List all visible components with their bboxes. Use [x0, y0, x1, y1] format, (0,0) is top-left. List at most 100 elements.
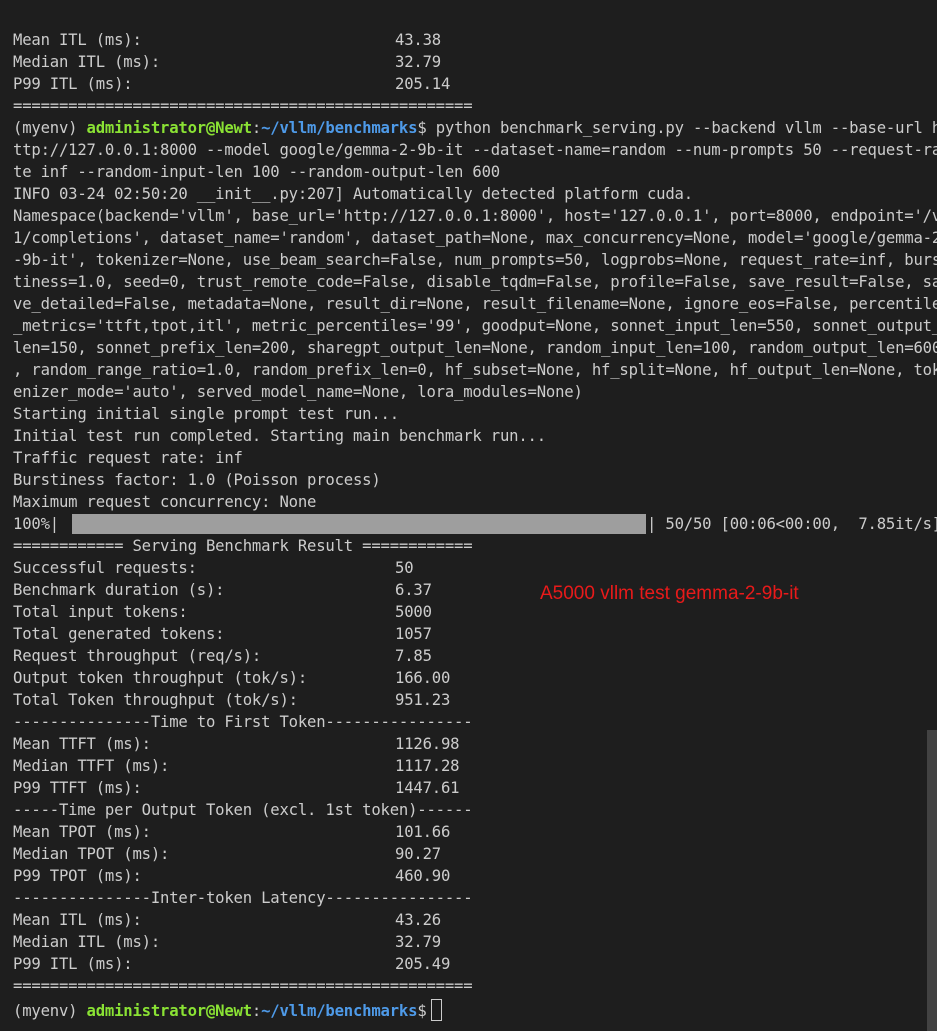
- metric-value: 1126.98: [395, 735, 460, 753]
- log-line: len=150, sonnet_prefix_len=200, sharegpt…: [13, 339, 937, 357]
- metric-value: 32.79: [395, 933, 441, 951]
- log-line: Initial test run completed. Starting mai…: [13, 427, 546, 445]
- metric-label: Median TTFT (ms):: [13, 757, 170, 775]
- metric-label: Mean TPOT (ms):: [13, 823, 151, 841]
- progress-line: 100%| | 50/50 [00:06<00:00, 7.85it/s]: [13, 513, 937, 535]
- summary-row: Total generated tokens: 1057: [13, 623, 937, 645]
- summary-row: Output token throughput (tok/s): 166.00: [13, 667, 937, 689]
- tpot-row: P99 TPOT (ms): 460.90: [13, 865, 937, 887]
- separator: ========================================…: [13, 97, 473, 115]
- prompt-env: (myenv): [13, 1002, 87, 1020]
- metric-value: 7.85: [395, 647, 432, 665]
- metric-value: 32.79: [395, 53, 441, 71]
- metric-row: P99 ITL (ms): 205.14: [13, 73, 937, 95]
- summary-row: Successful requests: 50: [13, 557, 937, 579]
- itl-row: P99 ITL (ms): 205.49: [13, 953, 937, 975]
- progress-stats: | 50/50 [00:06<00:00, 7.85it/s]: [647, 515, 937, 533]
- separator: ========================================…: [13, 977, 473, 995]
- metric-label: Median TPOT (ms):: [13, 845, 170, 863]
- log-line: Burstiness factor: 1.0 (Poisson process): [13, 471, 381, 489]
- metric-label: Mean ITL (ms):: [13, 31, 142, 49]
- log-line: enizer_mode='auto', served_model_name=No…: [13, 383, 583, 401]
- log-line: tiness=1.0, seed=0, trust_remote_code=Fa…: [13, 273, 937, 291]
- metric-value: 50: [395, 559, 414, 577]
- progress-bar-fill: [72, 514, 646, 534]
- metric-row: Median ITL (ms): 32.79: [13, 51, 937, 73]
- ttft-row: Median TTFT (ms): 1117.28: [13, 755, 937, 777]
- metric-label: Total input tokens:: [13, 603, 188, 621]
- metric-label: P99 TPOT (ms):: [13, 867, 142, 885]
- log-line: Namespace(backend='vllm', base_url='http…: [13, 207, 937, 225]
- metric-label: Mean TTFT (ms):: [13, 735, 151, 753]
- metric-value: 1447.61: [395, 779, 460, 797]
- metric-label: Benchmark duration (s):: [13, 581, 225, 599]
- result-header: ============ Serving Benchmark Result ==…: [13, 537, 473, 555]
- prompt-path: ~/vllm/benchmarks: [261, 119, 418, 137]
- metric-value: 90.27: [395, 845, 441, 863]
- summary-row: Total Token throughput (tok/s): 951.23: [13, 689, 937, 711]
- metric-label: Successful requests:: [13, 559, 197, 577]
- tpot-header: -----Time per Output Token (excl. 1st to…: [13, 801, 473, 819]
- ttft-row: Mean TTFT (ms): 1126.98: [13, 733, 937, 755]
- log-line: _metrics='ttft,tpot,itl', metric_percent…: [13, 317, 937, 335]
- metric-value: 43.26: [395, 911, 441, 929]
- metric-value: 1117.28: [395, 757, 460, 775]
- metric-label: P99 TTFT (ms):: [13, 779, 142, 797]
- metric-value: 166.00: [395, 669, 451, 687]
- metric-label: Median ITL (ms):: [13, 53, 161, 71]
- terminal-output[interactable]: Mean ITL (ms): 43.38 Median ITL (ms): 32.7…: [0, 0, 937, 1031]
- metric-label: P99 ITL (ms):: [13, 955, 133, 973]
- metric-row: Mean ITL (ms): 43.38: [13, 29, 937, 51]
- tpot-row: Median TPOT (ms): 90.27: [13, 843, 937, 865]
- log-line: -9b-it', tokenizer=None, use_beam_search…: [13, 251, 937, 269]
- progress-percent: 100%|: [13, 515, 59, 533]
- log-line: Traffic request rate: inf: [13, 449, 243, 467]
- metric-value: 951.23: [395, 691, 451, 709]
- prompt-env: (myenv): [13, 119, 87, 137]
- prompt-colon: :: [251, 1002, 262, 1020]
- log-line: INFO 03-24 02:50:20 __init__.py:207] Aut…: [13, 185, 693, 203]
- metric-label: Request throughput (req/s):: [13, 647, 262, 665]
- prompt-userhost: administrator@Newt: [86, 1002, 253, 1020]
- itl-row: Median ITL (ms): 32.79: [13, 931, 937, 953]
- annotation-label: A5000 vllm test gemma-2-9b-it: [540, 583, 799, 604]
- command-line: (myenv) administrator@Newt:~/vllm/benchm…: [13, 117, 937, 139]
- log-line: , random_range_ratio=1.0, random_prefix_…: [13, 361, 937, 379]
- metric-value: 460.90: [395, 867, 451, 885]
- itl-row: Mean ITL (ms): 43.26: [13, 909, 937, 931]
- itl-header: ---------------Inter-token Latency------…: [13, 889, 473, 907]
- scrollbar-thumb[interactable]: [927, 730, 937, 1031]
- command-line-wrap: ttp://127.0.0.1:8000 --model google/gemm…: [13, 141, 937, 159]
- metric-label: Mean ITL (ms):: [13, 911, 142, 929]
- log-line: Maximum request concurrency: None: [13, 493, 317, 511]
- metric-label: Median ITL (ms):: [13, 933, 161, 951]
- metric-value: 6.37: [395, 581, 432, 599]
- command-line-wrap: te inf --random-input-len 100 --random-o…: [13, 163, 500, 181]
- command-text: python benchmark_serving.py --backend vl…: [426, 119, 937, 137]
- progress-bar: [72, 514, 646, 534]
- metric-label: Total generated tokens:: [13, 625, 225, 643]
- tpot-row: Mean TPOT (ms): 101.66: [13, 821, 937, 843]
- metric-value: 1057: [395, 625, 432, 643]
- log-line: ve_detailed=False, metadata=None, result…: [13, 295, 937, 313]
- metric-label: Output token throughput (tok/s):: [13, 669, 308, 687]
- metric-value: 43.38: [395, 31, 441, 49]
- prompt-colon: :: [251, 119, 262, 137]
- prompt-dollar: $: [417, 1002, 427, 1020]
- prompt-userhost: administrator@Newt: [86, 119, 253, 137]
- metric-value: 101.66: [395, 823, 451, 841]
- prompt-path: ~/vllm/benchmarks: [261, 1002, 418, 1020]
- metric-value: 205.49: [395, 955, 451, 973]
- command-line[interactable]: (myenv) administrator@Newt:~/vllm/benchm…: [13, 999, 937, 1021]
- summary-row: Request throughput (req/s): 7.85: [13, 645, 937, 667]
- metric-label: P99 ITL (ms):: [13, 75, 133, 93]
- log-line: Starting initial single prompt test run.…: [13, 405, 399, 423]
- metric-label: Total Token throughput (tok/s):: [13, 691, 298, 709]
- metric-value: 205.14: [395, 75, 451, 93]
- ttft-row: P99 TTFT (ms): 1447.61: [13, 777, 937, 799]
- log-line: 1/completions', dataset_name='random', d…: [13, 229, 937, 247]
- ttft-header: ---------------Time to First Token------…: [13, 713, 473, 731]
- prompt-dollar: $: [417, 119, 427, 137]
- cursor[interactable]: [430, 999, 442, 1021]
- metric-value: 5000: [395, 603, 432, 621]
